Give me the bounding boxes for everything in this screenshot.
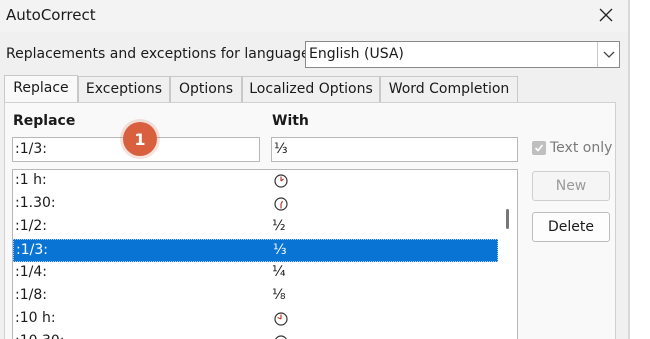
new-button[interactable]: New [532, 171, 610, 201]
list-item[interactable]: :1/4: ¼ [13, 262, 498, 285]
clock-1h-icon [274, 174, 288, 188]
checkbox-box[interactable] [532, 141, 546, 155]
list-scrollbar[interactable] [499, 170, 517, 339]
tab-word-completion[interactable]: Word Completion [380, 76, 518, 103]
list-item[interactable]: :1 h: [13, 170, 498, 193]
language-value: English (USA) [309, 46, 404, 62]
row-key: :1/4: [15, 264, 47, 280]
list-item[interactable]: :1/8: ⅛ [13, 285, 498, 308]
tab-localized-options-label: Localized Options [249, 81, 373, 97]
tab-options[interactable]: Options [170, 76, 242, 103]
list-item[interactable]: :10.30: [13, 331, 498, 339]
replace-header: Replace [13, 113, 76, 129]
row-key: :10 h: [15, 310, 56, 326]
text-only-checkbox[interactable]: Text only [532, 140, 612, 156]
clock-10h-icon [274, 312, 288, 326]
row-key: :1/2: [15, 218, 47, 234]
tab-word-completion-label: Word Completion [388, 81, 510, 97]
delete-button[interactable]: Delete [532, 212, 610, 242]
checkmark-icon [534, 144, 544, 152]
tab-replace-label: Replace [13, 80, 69, 96]
row-value: ½ [272, 218, 286, 234]
scrollbar-thumb[interactable] [506, 209, 509, 229]
row-value: ⅓ [273, 242, 287, 258]
tab-localized-options[interactable]: Localized Options [242, 76, 380, 103]
list-item-selected[interactable]: :1/3: ⅓ [13, 239, 498, 262]
row-value: ¼ [272, 264, 286, 280]
list-item[interactable]: :10 h: [13, 308, 498, 331]
tab-exceptions[interactable]: Exceptions [78, 76, 170, 103]
list-item[interactable]: :1.30: [13, 193, 498, 216]
clock-1030-icon [275, 335, 287, 339]
with-header: With [272, 113, 309, 129]
background-window [630, 0, 650, 339]
language-select[interactable]: English (USA) [305, 41, 620, 68]
dropdown-arrow[interactable] [597, 42, 619, 67]
title-bar: AutoCorrect [0, 0, 628, 32]
clock-130-icon [274, 197, 288, 211]
autocorrect-dialog: AutoCorrect Replacements and exceptions … [0, 0, 630, 339]
row-key: :1/8: [15, 287, 47, 303]
window-title: AutoCorrect [6, 6, 96, 24]
row-key: :1.30: [15, 195, 56, 211]
step-badge: 1 [123, 122, 157, 156]
close-icon [599, 8, 613, 22]
replacement-list[interactable]: :1 h: :1.30: :1/2: ½ :1/3: ⅓ :1/4: ¼ :1/… [12, 169, 518, 339]
close-button[interactable] [592, 2, 620, 28]
tab-replace[interactable]: Replace [4, 75, 78, 104]
with-input[interactable]: ⅓ [271, 137, 518, 162]
row-key: :1/3: [16, 242, 48, 258]
tab-options-label: Options [178, 81, 234, 97]
tab-exceptions-label: Exceptions [85, 81, 163, 97]
language-label: Replacements and exceptions for language… [6, 46, 315, 62]
text-only-label: Text only [550, 140, 613, 156]
row-key: :1 h: [15, 172, 47, 188]
chevron-down-icon [603, 51, 614, 58]
row-value: ⅛ [272, 287, 286, 303]
list-item[interactable]: :1/2: ½ [13, 216, 498, 239]
row-key: :10.30: [15, 333, 65, 339]
